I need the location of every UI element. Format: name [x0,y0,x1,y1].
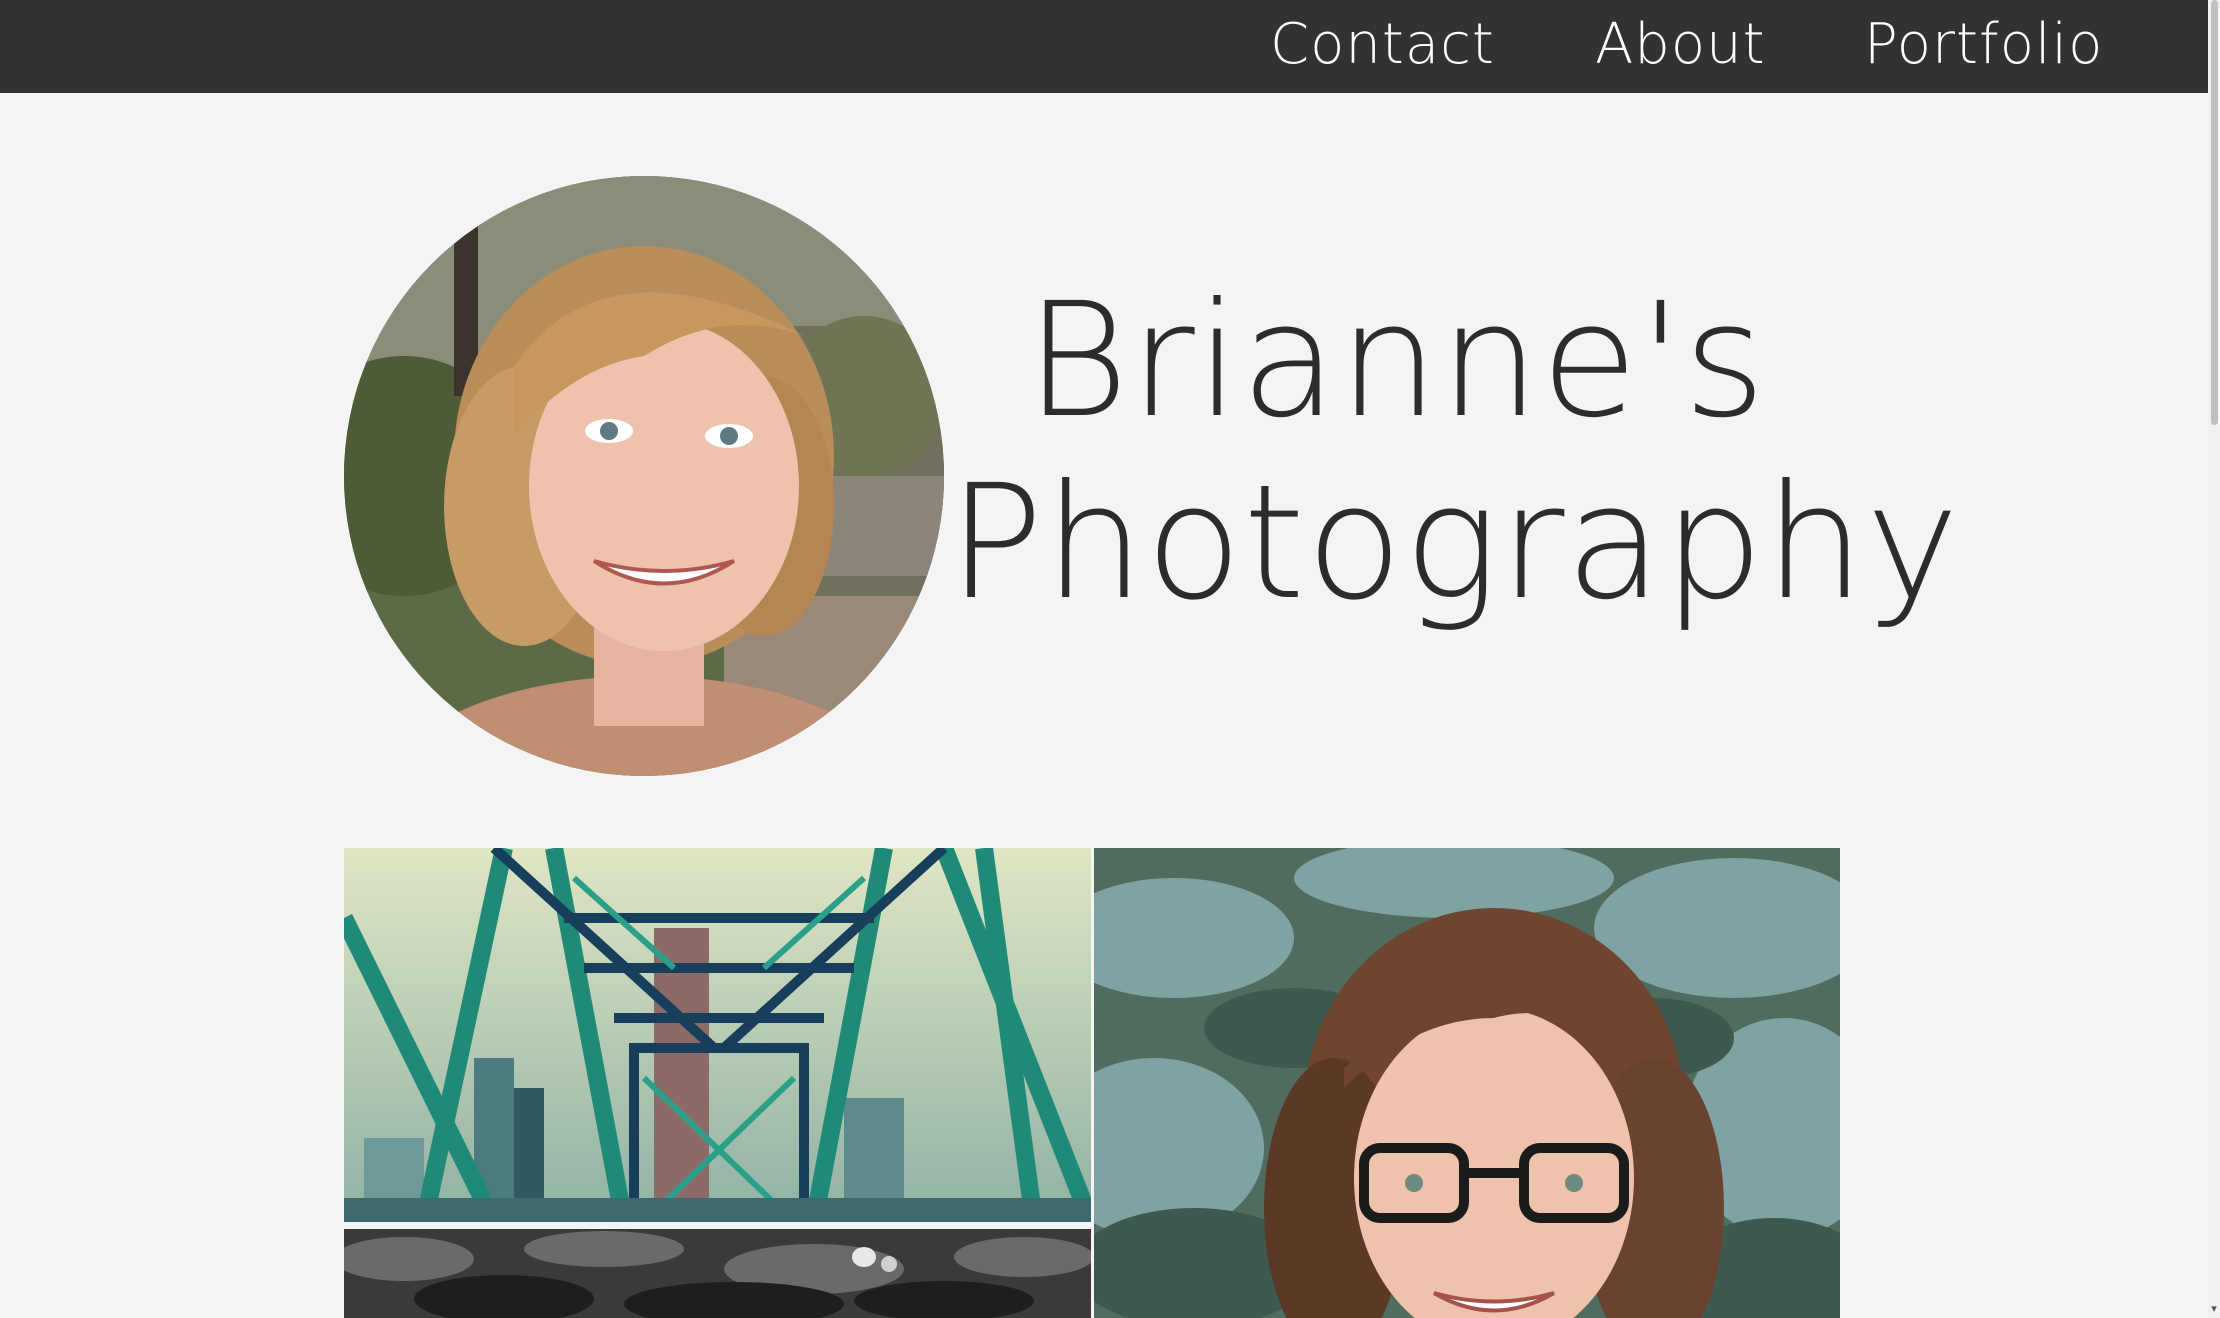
bridge-photo-illustration [344,848,1091,1222]
profile-photo [344,176,944,776]
profile-photo-illustration [344,176,944,776]
gallery-photo-black-white[interactable] [344,1229,1091,1318]
portrait-photo-illustration [1094,848,1840,1318]
site-title: Brianne's Photography [948,269,1961,635]
gallery-photo-portrait[interactable] [1094,848,1840,1318]
scroll-down-arrow-icon[interactable]: ▾ [2208,1300,2220,1318]
nav-link-about[interactable]: About [1595,10,1766,80]
nav-link-portfolio[interactable]: Portfolio [1864,10,2103,80]
scrollbar-thumb[interactable] [2211,0,2218,425]
site-title-line-2: Photography [948,451,1961,635]
page: Contact About Portfolio ▾ Brianne's Phot… [0,0,2220,1318]
gallery-photo-bridge[interactable] [344,848,1091,1222]
nav-link-contact[interactable]: Contact [1270,10,1495,80]
site-title-line-1: Brianne's [1025,269,1767,453]
top-navbar: Contact About Portfolio [0,0,2208,93]
black-white-photo-illustration [344,1229,1091,1318]
